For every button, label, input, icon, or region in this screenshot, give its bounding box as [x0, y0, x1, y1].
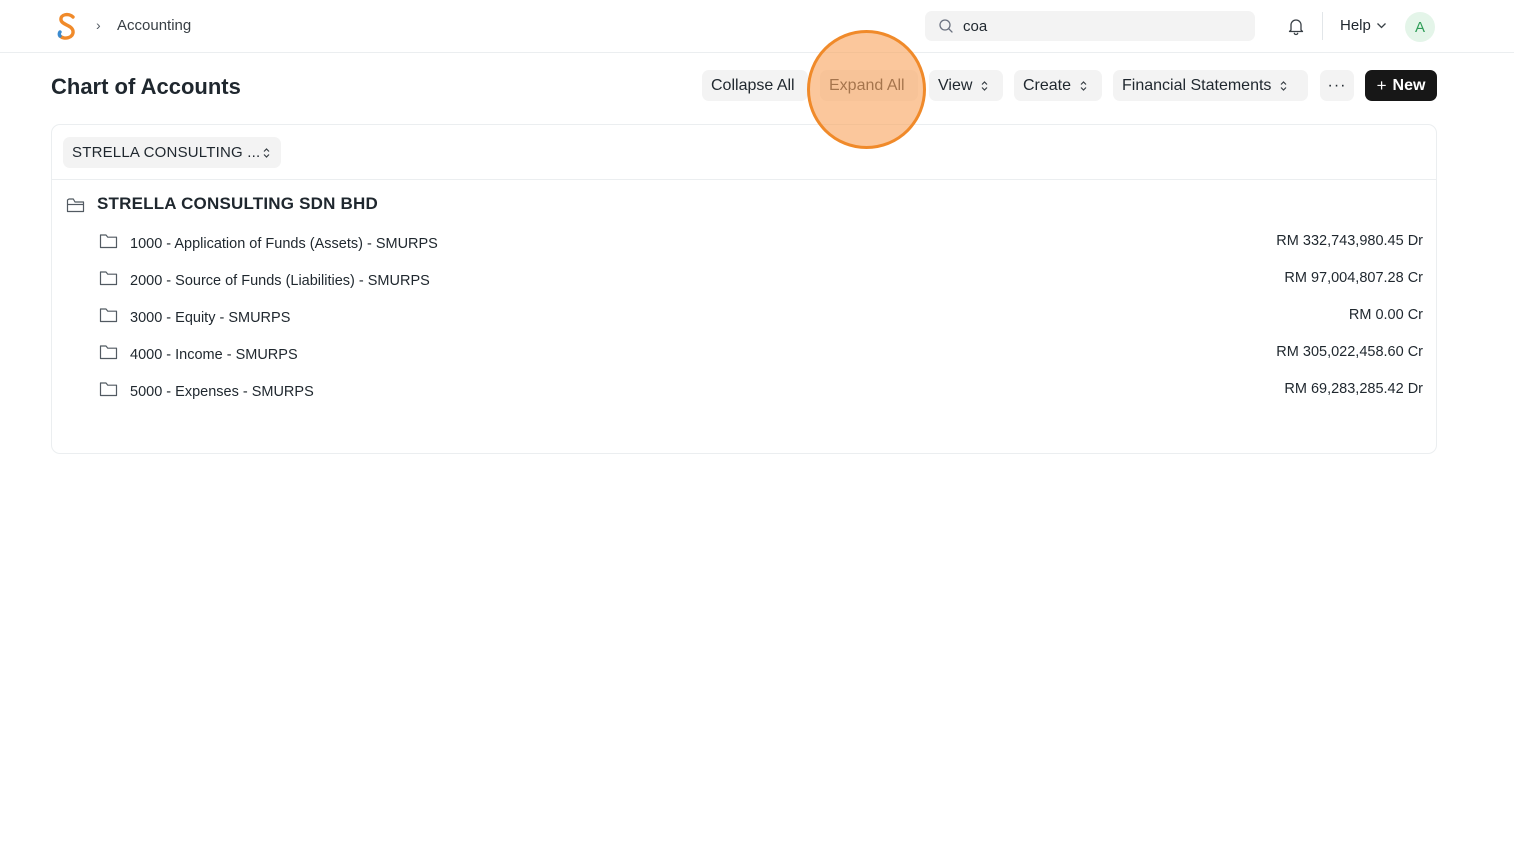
tree-filter-bar: STRELLA CONSULTING ... [52, 125, 1436, 180]
account-balance: RM 69,283,285.42 Dr [1284, 381, 1423, 397]
account-balance: RM 0.00 Cr [1348, 307, 1423, 323]
user-avatar[interactable]: A [1405, 12, 1435, 42]
folder-icon [99, 234, 118, 249]
navbar: › Accounting Help A [0, 0, 1514, 53]
new-account-button[interactable]: + New [1365, 70, 1437, 101]
expand-all-label: Expand All [829, 76, 905, 94]
search-bar[interactable] [925, 11, 1255, 41]
account-row[interactable]: 3000 - Equity - SMURPS RM 0.00 Cr [52, 301, 1436, 331]
folder-icon [99, 382, 118, 397]
create-label: Create [1023, 76, 1072, 94]
chart-of-accounts-tree-card: STRELLA CONSULTING ... STRELLA CONSULTIN… [51, 124, 1437, 454]
sort-chevron-icon [1280, 80, 1287, 91]
sort-chevron-icon [1080, 80, 1087, 91]
help-label: Help [1340, 17, 1371, 34]
folder-icon [99, 271, 118, 286]
chevron-down-icon [1376, 23, 1386, 29]
account-balance: RM 305,022,458.60 Cr [1276, 344, 1423, 360]
open-folder-icon[interactable] [66, 196, 85, 214]
account-row[interactable]: 2000 - Source of Funds (Liabilities) - S… [52, 264, 1436, 294]
more-options-button[interactable]: ··· [1320, 70, 1354, 101]
page-title: Chart of Accounts [51, 74, 241, 99]
sort-chevron-icon [981, 80, 988, 91]
account-name: 5000 - Expenses - SMURPS [130, 384, 314, 400]
folder-icon [99, 308, 118, 323]
account-row[interactable]: 4000 - Income - SMURPS RM 305,022,458.60… [52, 338, 1436, 368]
collapse-all-label: Collapse All [711, 76, 795, 94]
create-dropdown-button[interactable]: Create [1014, 70, 1102, 101]
sort-chevron-icon [263, 147, 270, 158]
view-dropdown-button[interactable]: View [929, 70, 1003, 101]
account-balance: RM 97,004,807.28 Cr [1284, 270, 1423, 286]
plus-icon: + [1376, 75, 1387, 95]
new-label: New [1392, 76, 1426, 94]
financial-statements-label: Financial Statements [1122, 76, 1272, 94]
account-name: 2000 - Source of Funds (Liabilities) - S… [130, 273, 430, 289]
account-balance: RM 332,743,980.45 Dr [1276, 233, 1423, 249]
notification-bell-icon[interactable] [1286, 16, 1306, 36]
tree-root-company[interactable]: STRELLA CONSULTING SDN BHD [97, 194, 378, 214]
account-row[interactable]: 5000 - Expenses - SMURPS RM 69,283,285.4… [52, 375, 1436, 405]
search-input[interactable] [963, 11, 1243, 41]
navbar-divider [1322, 12, 1323, 40]
more-options-icon: ··· [1327, 76, 1347, 94]
app-logo-icon[interactable] [54, 12, 80, 42]
collapse-all-button[interactable]: Collapse All [702, 70, 808, 101]
company-filter-select[interactable]: STRELLA CONSULTING ... [63, 137, 281, 168]
account-name: 1000 - Application of Funds (Assets) - S… [130, 236, 438, 252]
folder-icon [99, 345, 118, 360]
breadcrumb-accounting[interactable]: Accounting [117, 17, 191, 34]
account-name: 4000 - Income - SMURPS [130, 347, 298, 363]
company-filter-value: STRELLA CONSULTING ... [72, 144, 261, 161]
expand-all-button[interactable]: Expand All [820, 70, 918, 101]
help-dropdown[interactable]: Help [1340, 17, 1387, 34]
breadcrumb-separator: › [96, 17, 101, 33]
search-icon [939, 19, 953, 33]
view-label: View [938, 76, 973, 94]
account-row[interactable]: 1000 - Application of Funds (Assets) - S… [52, 227, 1436, 257]
financial-statements-dropdown-button[interactable]: Financial Statements [1113, 70, 1308, 101]
account-name: 3000 - Equity - SMURPS [130, 310, 291, 326]
